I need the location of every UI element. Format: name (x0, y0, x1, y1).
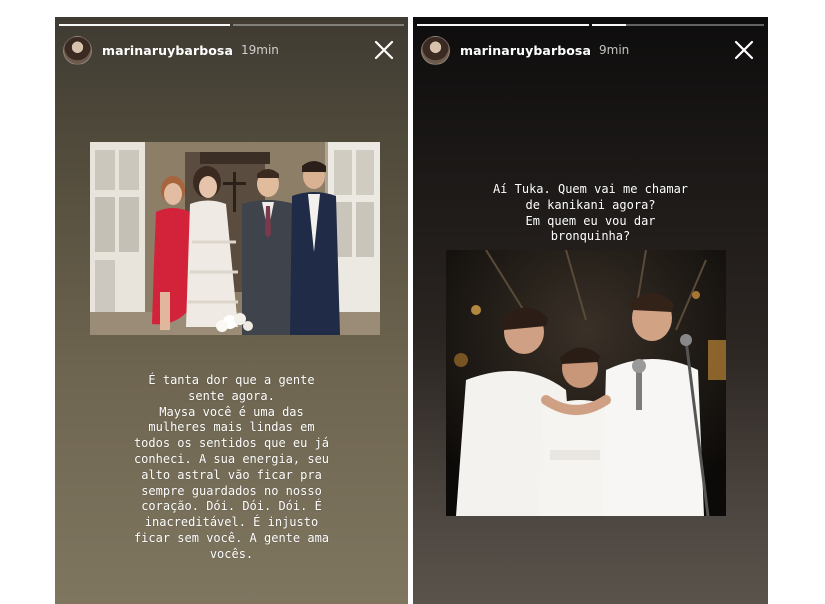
post-time: 19min (241, 43, 279, 57)
story-card-left[interactable]: marinaruybarbosa 19min É tanta dor que a… (55, 17, 408, 604)
post-time: 9min (599, 43, 630, 57)
close-icon[interactable] (372, 38, 396, 62)
username[interactable]: marinaruybarbosa (102, 43, 233, 58)
avatar[interactable] (421, 35, 450, 65)
progress-segment (592, 24, 764, 26)
progress-segment (417, 24, 589, 26)
progress-segment (59, 24, 230, 26)
story-header: marinaruybarbosa 19min (63, 35, 400, 65)
avatar[interactable] (63, 35, 92, 65)
story-header: marinaruybarbosa 9min (421, 35, 760, 65)
story-caption: É tanta dor que a gente sente agora. May… (133, 373, 330, 561)
progress-segment (233, 24, 404, 26)
story-progress-bar (417, 24, 764, 26)
username[interactable]: marinaruybarbosa (460, 43, 591, 58)
story-caption: Aí Tuka. Quem vai me chamar de kanikani … (492, 182, 689, 244)
story-card-right[interactable]: marinaruybarbosa 9min Aí Tuka. Quem vai … (413, 17, 768, 604)
close-icon[interactable] (732, 38, 756, 62)
story-photo-three-men-singing (446, 250, 726, 516)
story-progress-bar (59, 24, 404, 26)
story-photo-group-portrait (90, 142, 380, 335)
